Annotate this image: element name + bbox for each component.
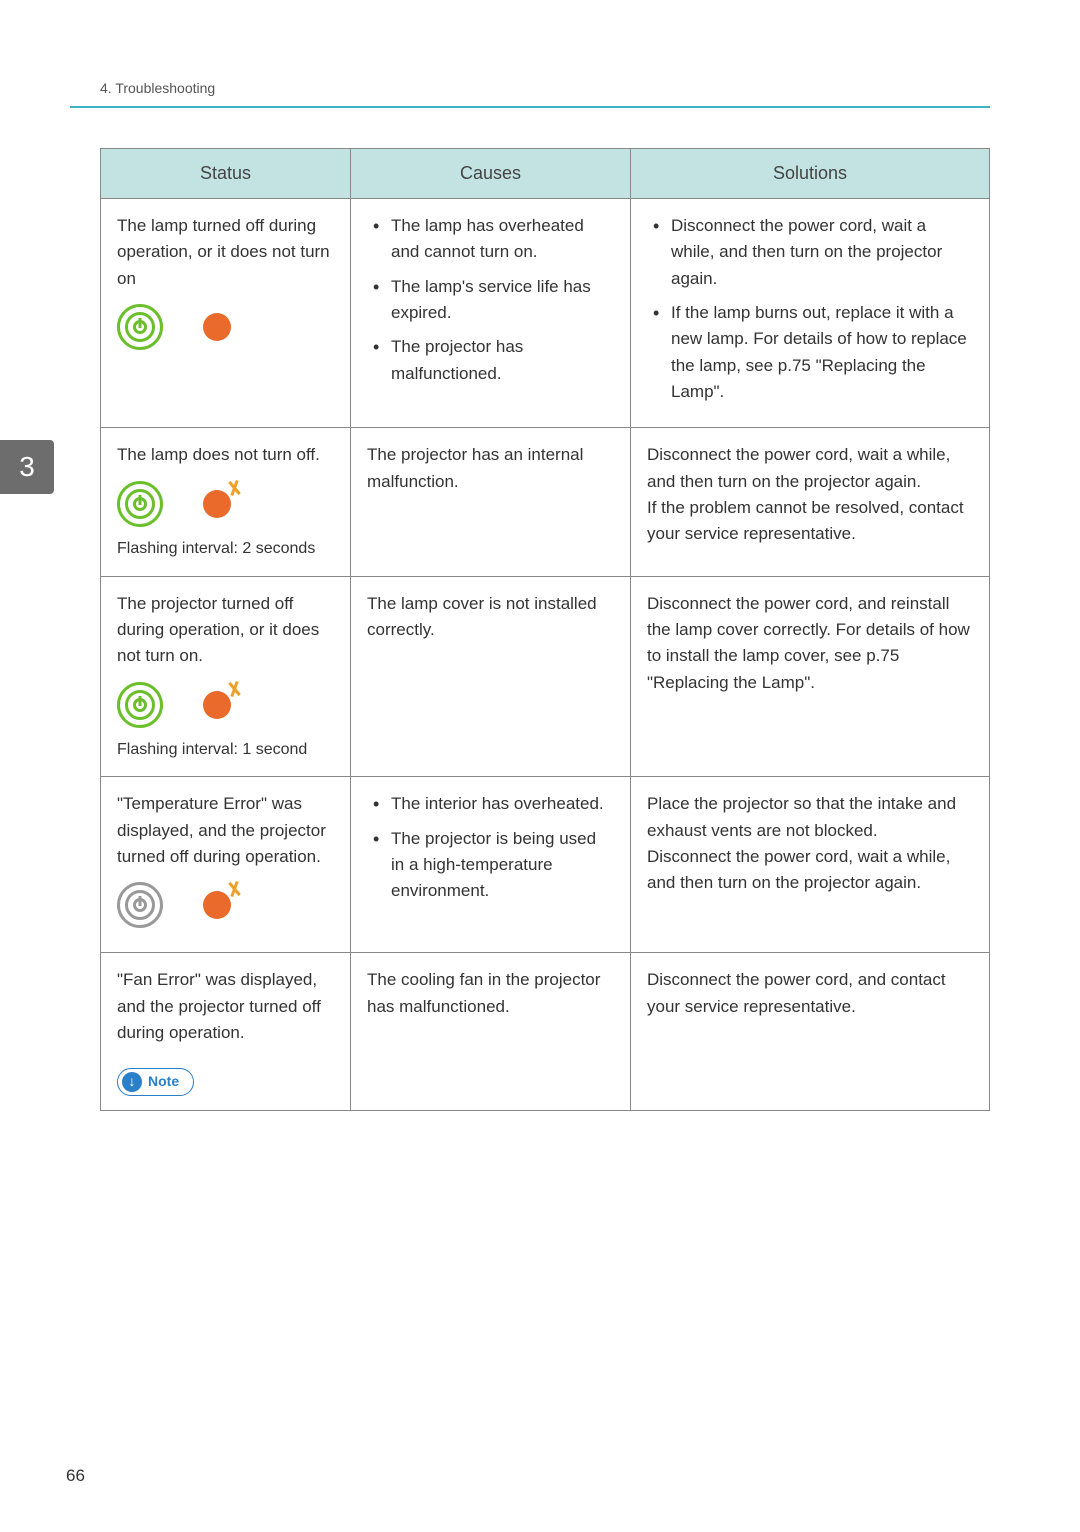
status-footnote: Flashing interval: 1 second	[117, 738, 334, 763]
list-item: The lamp has overheated and cannot turn …	[371, 213, 614, 266]
list-item: The lamp's service life has expired.	[371, 274, 614, 327]
power-icon	[117, 882, 163, 928]
led-flash-icon	[203, 490, 231, 518]
status-text: "Fan Error" was displayed, and the proje…	[117, 967, 334, 1046]
led-solid-icon	[203, 313, 231, 341]
note-arrow-icon: ↓	[122, 1072, 142, 1092]
status-text: The lamp turned off during operation, or…	[117, 213, 334, 292]
th-causes: Causes	[351, 149, 631, 199]
table-row: The projector turned off during operatio…	[101, 576, 990, 777]
table-row: The lamp turned off during operation, or…	[101, 199, 990, 428]
list-item: The interior has overheated.	[371, 791, 614, 817]
causes-list: The lamp has overheated and cannot turn …	[367, 213, 614, 387]
causes-text: The projector has an internal malfunctio…	[367, 442, 614, 495]
list-item: The projector has malfunctioned.	[371, 334, 614, 387]
note-badge: ↓ Note	[117, 1068, 194, 1096]
status-icons	[117, 304, 334, 350]
note-label: Note	[148, 1071, 179, 1093]
power-icon	[117, 304, 163, 350]
solutions-text: Disconnect the power cord, and contact y…	[647, 967, 973, 1020]
list-item: Disconnect the power cord, wait a while,…	[651, 213, 973, 292]
status-text: The projector turned off during operatio…	[117, 591, 334, 670]
page-content: 4. Troubleshooting Status Causes Solutio…	[0, 0, 1080, 1171]
power-icon	[117, 481, 163, 527]
table-row: The lamp does not turn off. Flashing int…	[101, 428, 990, 576]
page-header: 4. Troubleshooting	[70, 80, 990, 108]
causes-list: The interior has overheated. The project…	[367, 791, 614, 904]
status-icons	[117, 882, 334, 928]
led-flash-icon	[203, 891, 231, 919]
status-icons	[117, 682, 334, 728]
sparkle-icon	[225, 681, 243, 699]
troubleshoot-table: Status Causes Solutions The lamp turned …	[100, 148, 990, 1111]
led-flash-icon	[203, 691, 231, 719]
table-row: "Temperature Error" was displayed, and t…	[101, 777, 990, 953]
sparkle-icon	[225, 881, 243, 899]
power-icon	[117, 682, 163, 728]
solutions-text: Place the projector so that the intake a…	[647, 791, 973, 896]
table-row: "Fan Error" was displayed, and the proje…	[101, 953, 990, 1111]
th-solutions: Solutions	[631, 149, 990, 199]
solutions-text: Disconnect the power cord, wait a while,…	[647, 442, 973, 547]
solutions-list: Disconnect the power cord, wait a while,…	[647, 213, 973, 405]
causes-text: The lamp cover is not installed correctl…	[367, 591, 614, 644]
list-item: The projector is being used in a high-te…	[371, 826, 614, 905]
page-number: 66	[66, 1466, 85, 1486]
causes-text: The cooling fan in the projector has mal…	[367, 967, 614, 1020]
status-footnote: Flashing interval: 2 seconds	[117, 537, 334, 562]
status-text: The lamp does not turn off.	[117, 442, 334, 468]
sparkle-icon	[225, 480, 243, 498]
th-status: Status	[101, 149, 351, 199]
solutions-text: Disconnect the power cord, and reinstall…	[647, 591, 973, 696]
status-text: "Temperature Error" was displayed, and t…	[117, 791, 334, 870]
status-icons	[117, 481, 334, 527]
list-item: If the lamp burns out, replace it with a…	[651, 300, 973, 405]
